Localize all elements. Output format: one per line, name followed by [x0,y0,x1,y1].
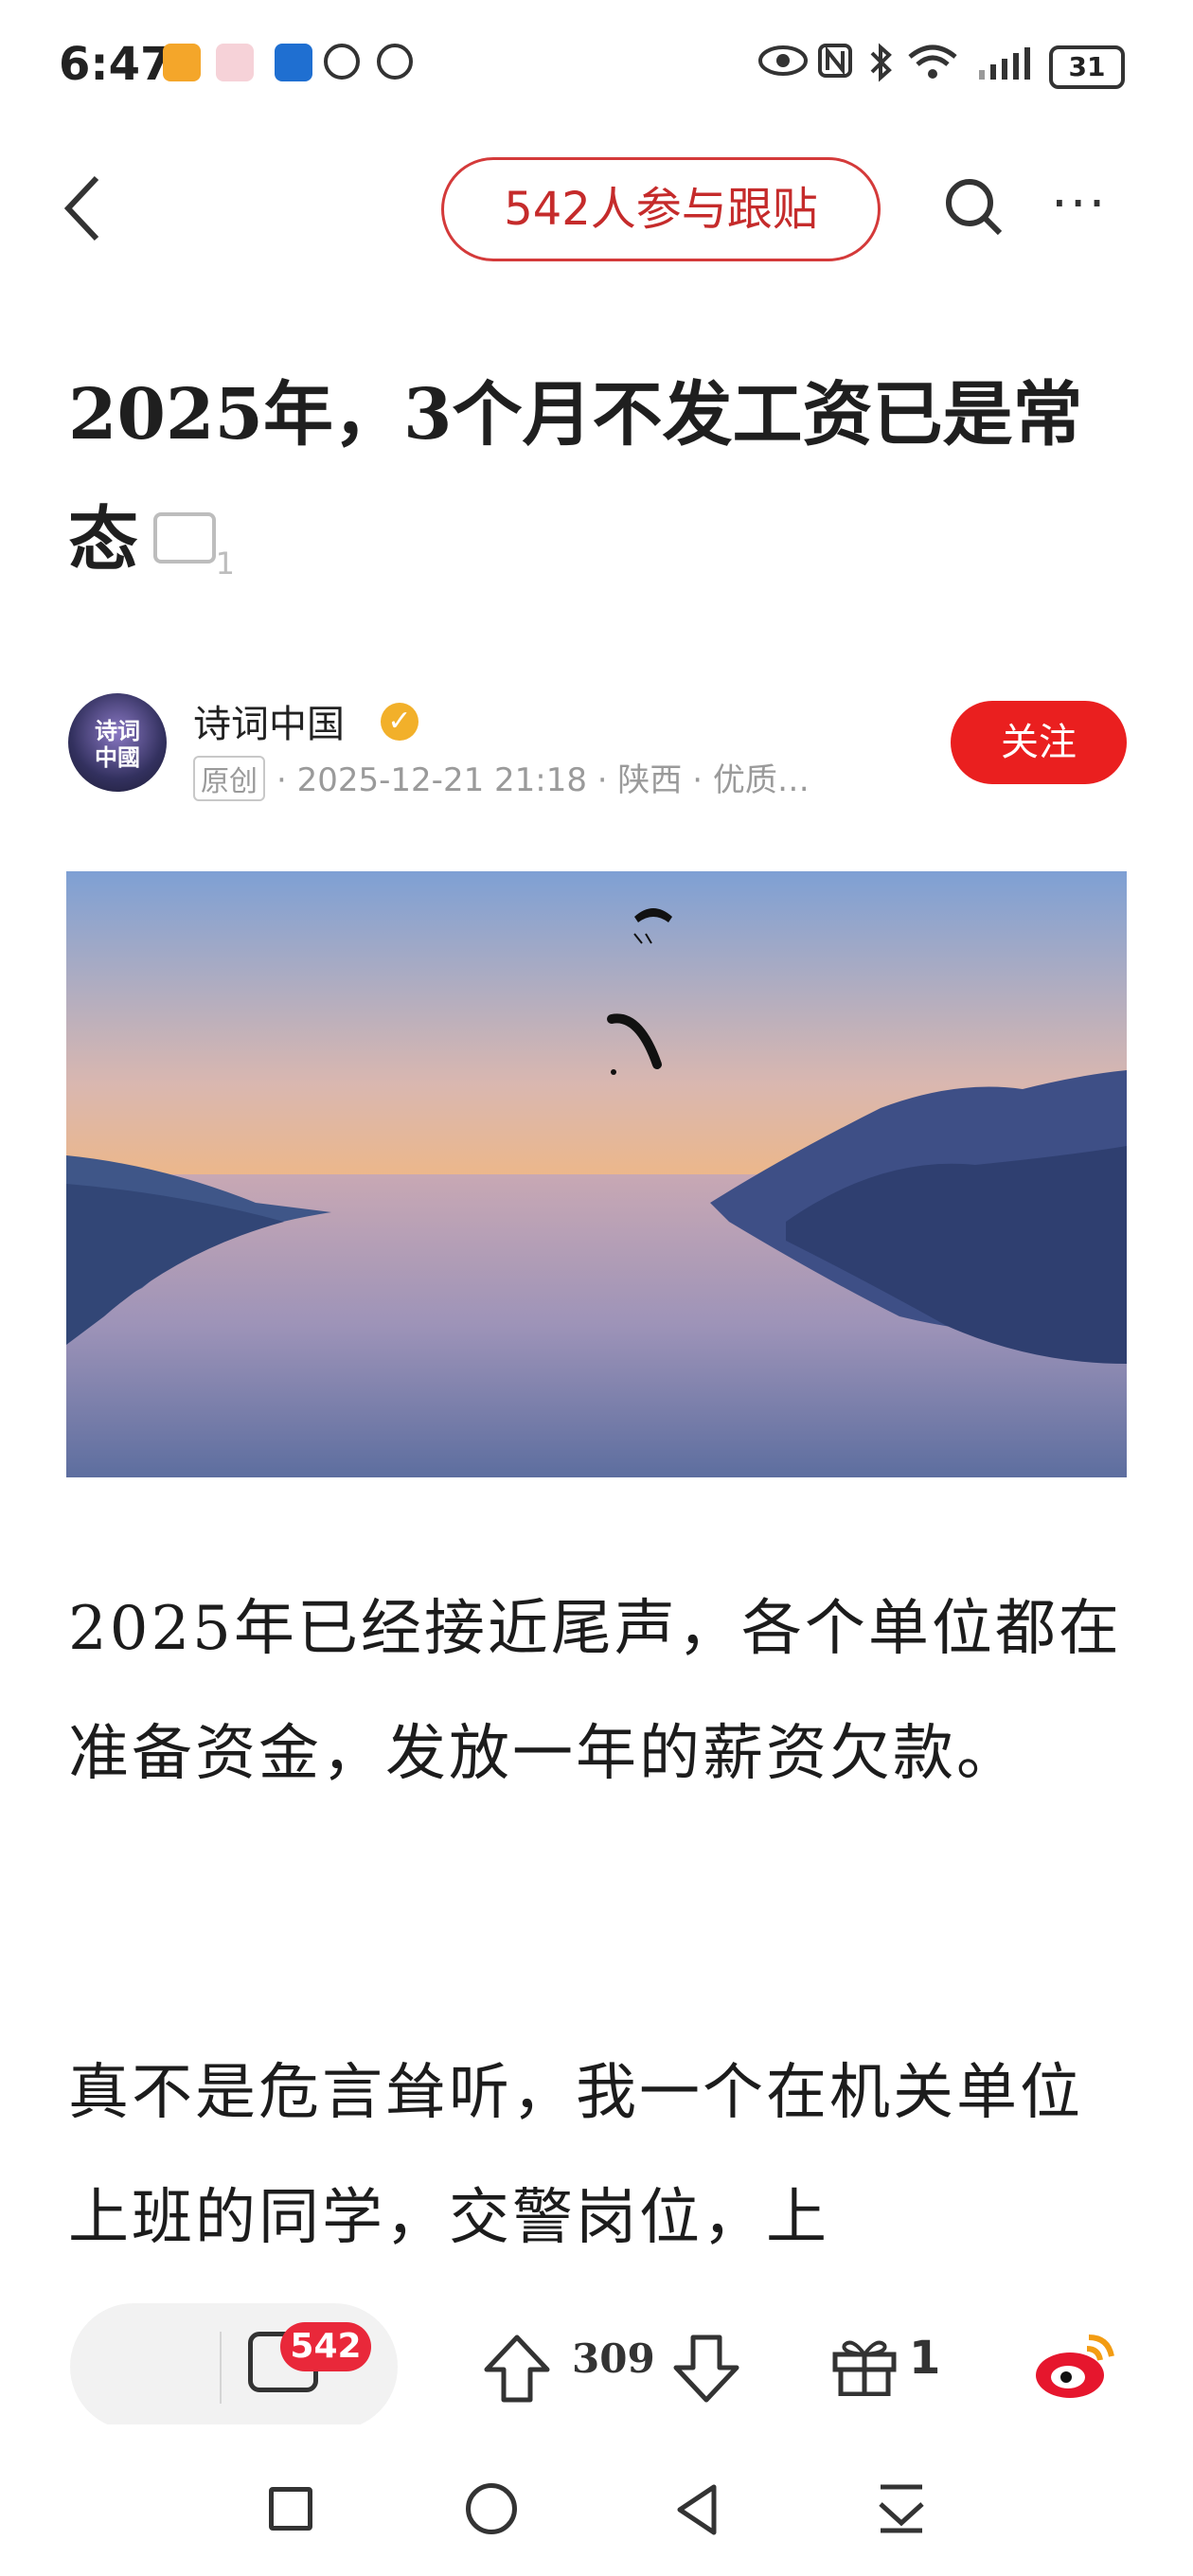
comment-bubble-icon[interactable] [153,501,235,626]
notification-app-icon [324,44,360,80]
eye-icon [757,42,809,89]
notification-app-icon [216,44,254,81]
verified-icon: ✓ [381,703,418,741]
original-badge: 原创 [193,756,265,801]
gift-icon[interactable] [829,2334,899,2397]
signal-icon [973,42,1040,93]
author-avatar[interactable]: 诗词 中國 [68,693,167,792]
meta-text: · 2025-12-21 21:18 · 陕西 · 优质… [276,761,810,799]
wifi-icon [904,42,961,93]
notification-app-icon [275,44,312,81]
nfc-icon [816,42,854,89]
status-time: 6:47 [59,38,172,91]
follow-button[interactable]: 关注 [951,701,1127,784]
system-nav-bar [0,2424,1193,2576]
recent-apps-icon[interactable] [269,2487,312,2531]
nav-menu-icon[interactable] [875,2479,928,2540]
article-paragraph: 2025年已经接近尾声，各个单位都在准备资金，发放一年的薪资欠款。 [68,1594,1122,1789]
nav-back-icon[interactable] [672,2481,721,2542]
author-name[interactable]: 诗词中国 [193,693,345,748]
speed-icon [377,44,413,80]
downvote-icon[interactable] [670,2332,742,2409]
more-icon[interactable]: ··· [1051,178,1107,231]
back-arrow-icon[interactable] [59,170,106,259]
article-meta: 原创 · 2025-12-21 21:18 · 陕西 · 优质… [193,754,810,801]
article-title: 2025年，3个月不发工资已是常态 [68,352,1129,626]
battery-indicator: 31 [1049,45,1125,89]
vote-count: 309 [572,2335,655,2382]
weibo-icon[interactable] [1032,2322,1119,2404]
notification-app-icon [163,44,201,81]
bluetooth-icon [866,42,895,93]
gift-count: 1 [909,2332,941,2385]
avatar-text: 诗词 中國 [95,717,140,771]
article-paragraph: 真不是危言耸听，我一个在机关单位上班的同学，交警岗位，上 [68,2058,1083,2253]
upvote-icon[interactable] [481,2332,553,2409]
home-icon[interactable] [466,2483,517,2534]
article-hero-image[interactable] [66,871,1127,1477]
comment-count-badge: 542 [280,2322,371,2371]
comment-participants-pill[interactable]: 542人参与跟贴 [441,157,881,261]
divider [220,2332,222,2404]
search-icon[interactable] [943,176,1003,236]
